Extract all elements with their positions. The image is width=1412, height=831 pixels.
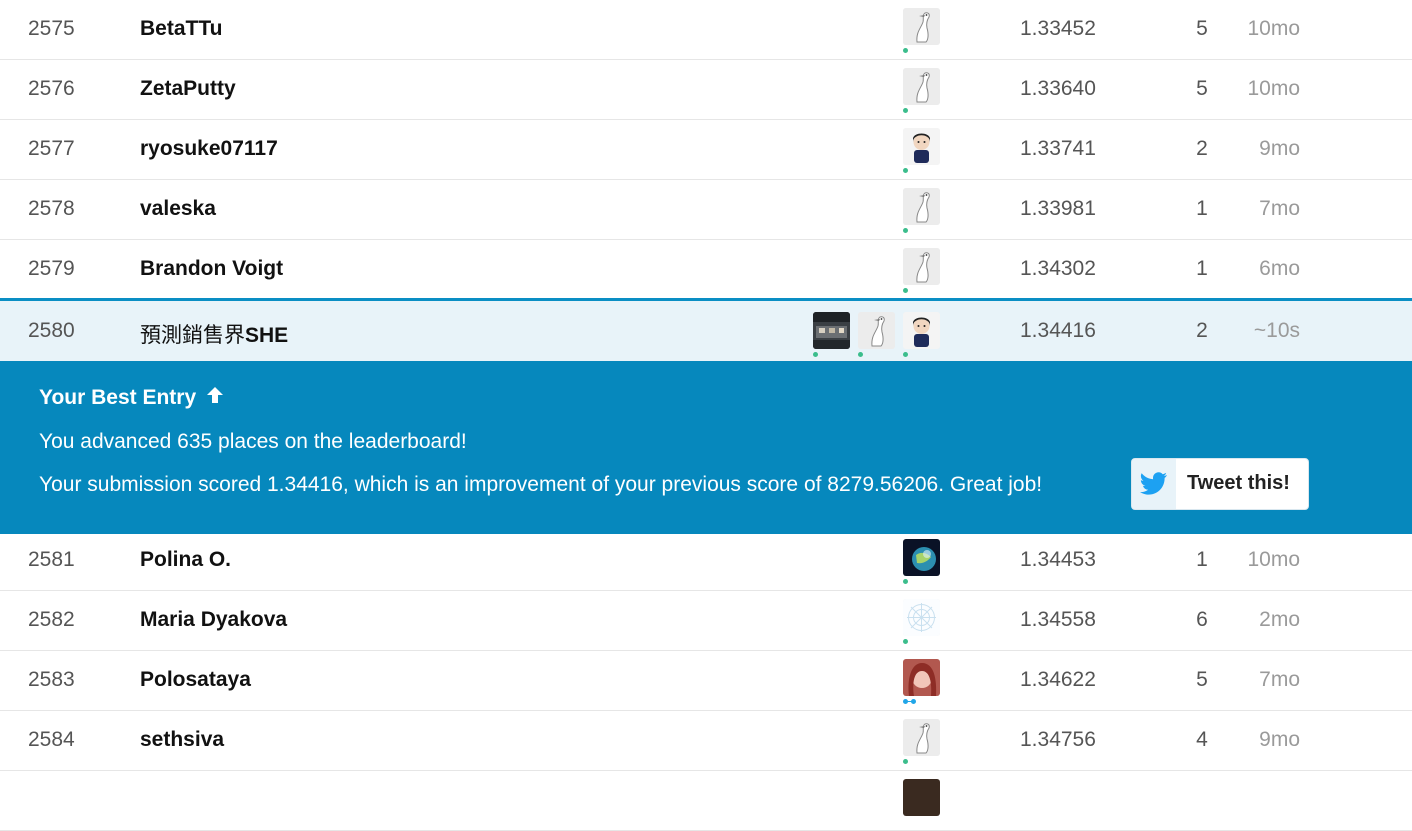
online-status-dot [903, 108, 908, 113]
score-cell: 1.33640 [1020, 77, 1096, 100]
portrait-avatar[interactable] [903, 659, 940, 696]
leaderboard-row: 2579 Brandon Voigt 1.34302 1 6mo [0, 240, 1412, 300]
team-name-link[interactable]: Polina O. [140, 548, 231, 572]
team-name-link[interactable]: valeska [140, 197, 216, 221]
score-cell: 1.34558 [1020, 608, 1096, 631]
person-avatar[interactable] [903, 128, 940, 165]
goose-avatar[interactable] [903, 68, 940, 105]
rank-cell: 2578 [28, 197, 75, 220]
score-cell: 1.34453 [1020, 548, 1096, 571]
team-name-link[interactable]: 預測銷售界SHE [140, 319, 288, 349]
tweet-this-label: Tweet this! [1187, 472, 1290, 494]
entries-cell: 4 [1196, 728, 1208, 751]
rank-cell: 2577 [28, 137, 75, 160]
photo-avatar[interactable] [813, 312, 850, 349]
last-submission-cell: 9mo [1259, 728, 1300, 751]
leaderboard-row: 2584 sethsiva 1.34756 4 9mo [0, 711, 1412, 771]
leaderboard-row: 2582 Maria Dyakova 1.34558 6 2mo [0, 591, 1412, 651]
online-status-dot [903, 288, 908, 293]
online-status-dot [903, 228, 908, 233]
leaderboard-row: 2576 ZetaPutty 1.33640 5 10mo [0, 60, 1412, 120]
team-name-link[interactable]: sethsiva [140, 728, 224, 752]
goose-avatar[interactable] [903, 248, 940, 285]
score-improvement-text: Your submission scored 1.34416, which is… [39, 473, 1043, 496]
tweet-this-button[interactable]: Tweet this! [1131, 458, 1309, 510]
entries-cell: 1 [1196, 257, 1208, 280]
last-submission-cell: 10mo [1247, 548, 1300, 571]
last-submission-cell: 7mo [1259, 197, 1300, 220]
team-name-link[interactable]: ZetaPutty [140, 77, 236, 101]
score-cell: 1.33741 [1020, 137, 1096, 160]
online-status-dot [903, 168, 908, 173]
entries-cell: 1 [1196, 548, 1208, 571]
last-submission-cell: 9mo [1259, 137, 1300, 160]
score-cell: 1.34756 [1020, 728, 1096, 751]
online-status-dot [858, 352, 863, 357]
goose-avatar[interactable] [903, 8, 940, 45]
linked-status-dot [911, 699, 916, 704]
last-submission-cell: 6mo [1259, 257, 1300, 280]
entries-cell: 5 [1196, 17, 1208, 40]
rank-cell: 2576 [28, 77, 75, 100]
team-name-link[interactable]: Polosataya [140, 668, 251, 692]
score-cell: 1.34302 [1020, 257, 1096, 280]
online-status-dot [903, 352, 908, 357]
score-cell: 1.33981 [1020, 197, 1096, 220]
leaderboard-row: 2583 Polosataya 1.34622 5 7mo [0, 651, 1412, 711]
twitter-bird-icon [1132, 459, 1176, 509]
score-cell: 1.33452 [1020, 17, 1096, 40]
last-submission-cell: 10mo [1247, 17, 1300, 40]
rank-cell: 2581 [28, 548, 75, 571]
last-submission-cell: 10mo [1247, 77, 1300, 100]
entries-cell: 1 [1196, 197, 1208, 220]
team-name-latin: SHE [245, 324, 289, 347]
team-name-link[interactable]: ryosuke07117 [140, 137, 278, 161]
entries-cell: 5 [1196, 668, 1208, 691]
my-team-row: 2580 預測銷售界SHE 1.34416 2 ~10s [0, 298, 1412, 361]
photo-avatar[interactable] [903, 779, 940, 816]
banner-title: Your Best Entry [39, 386, 224, 410]
planet-avatar[interactable] [903, 539, 940, 576]
team-name-cjk: 預測銷售界 [140, 324, 245, 347]
entries-cell: 2 [1196, 319, 1208, 342]
best-entry-banner: Your Best Entry You advanced 635 places … [0, 361, 1412, 534]
rank-cell: 2579 [28, 257, 75, 280]
leaderboard-row: 2578 valeska 1.33981 1 7mo [0, 180, 1412, 240]
team-name-link[interactable]: Brandon Voigt [140, 257, 283, 281]
entries-cell: 6 [1196, 608, 1208, 631]
arrow-up-icon [206, 386, 224, 410]
leaderboard-row: 2581 Polina O. 1.34453 1 10mo [0, 531, 1412, 591]
score-cell: 1.34622 [1020, 668, 1096, 691]
team-name-link[interactable]: Maria Dyakova [140, 608, 287, 632]
rank-cell: 2575 [28, 17, 75, 40]
online-status-dot [903, 639, 908, 644]
last-submission-cell: ~10s [1253, 319, 1300, 342]
online-status-dot [903, 759, 908, 764]
entries-cell: 2 [1196, 137, 1208, 160]
places-advanced-text: You advanced 635 places on the leaderboa… [39, 430, 467, 453]
last-submission-cell: 2mo [1259, 608, 1300, 631]
leaderboard-row: 2575 BetaTTu 1.33452 5 10mo [0, 0, 1412, 60]
online-status-dot [903, 48, 908, 53]
goose-avatar[interactable] [903, 719, 940, 756]
last-submission-cell: 7mo [1259, 668, 1300, 691]
snowflake-avatar[interactable] [903, 599, 940, 636]
leaderboard-row: 2577 ryosuke07117 1.33741 2 9mo [0, 120, 1412, 180]
rank-cell: 2583 [28, 668, 75, 691]
person-avatar[interactable] [903, 312, 940, 349]
score-cell: 1.34416 [1020, 319, 1096, 342]
goose-avatar[interactable] [903, 188, 940, 225]
rank-cell: 2582 [28, 608, 75, 631]
online-status-dot [813, 352, 818, 357]
rank-cell: 2580 [28, 319, 75, 342]
leaderboard-row-partial [0, 771, 1412, 831]
rank-cell: 2584 [28, 728, 75, 751]
entries-cell: 5 [1196, 77, 1208, 100]
online-status-dot [903, 579, 908, 584]
goose-avatar[interactable] [858, 312, 895, 349]
team-name-link[interactable]: BetaTTu [140, 17, 222, 41]
